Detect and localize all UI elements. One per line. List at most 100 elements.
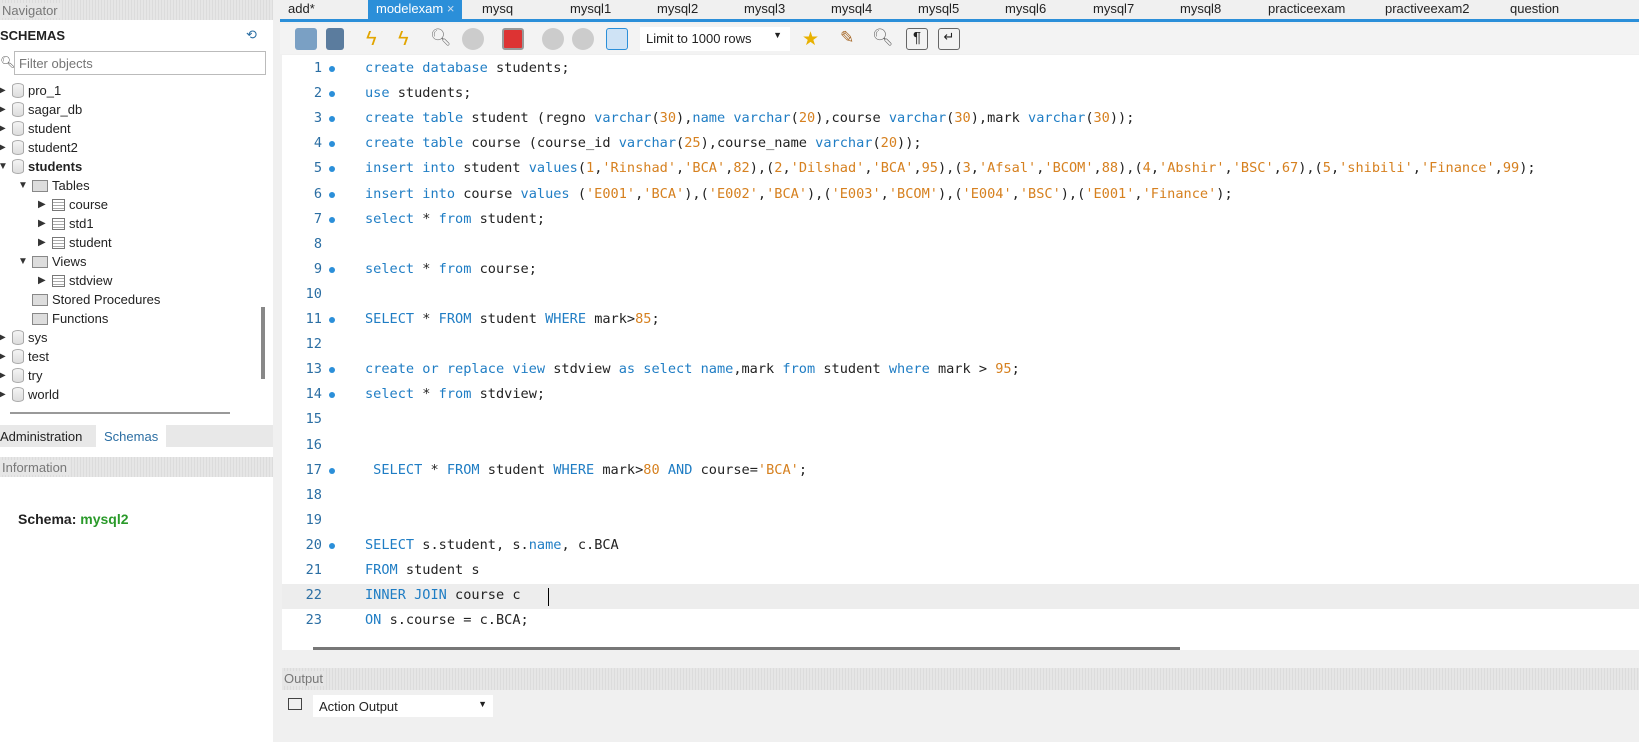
sql-literal: 99	[1502, 160, 1520, 177]
tab-mysql8[interactable]: mysql8	[1180, 0, 1221, 22]
line-number: 16	[305, 436, 322, 453]
tree-item-views[interactable]: ▼ Views	[18, 252, 86, 271]
find-icon[interactable]: 🔍︎	[872, 28, 894, 50]
explain-icon[interactable]: 🔍︎	[430, 28, 452, 50]
tree-item-label: sagar_db	[28, 102, 83, 117]
filter-objects-input[interactable]	[14, 51, 266, 75]
sql-keyword: varchar	[815, 135, 873, 152]
sql-literal: 25	[684, 135, 701, 152]
tree-item-student2[interactable]: ▶ student2	[0, 138, 78, 157]
collapsed-arrow-icon[interactable]: ▶	[0, 385, 8, 404]
sql-text: ,	[1412, 160, 1421, 177]
tab-administration[interactable]: Administration	[0, 429, 82, 444]
sql-literal: 'Finance'	[1420, 160, 1495, 177]
sql-text: ,mark	[733, 361, 783, 378]
expanded-arrow-icon[interactable]: ▼	[18, 252, 28, 271]
collapsed-arrow-icon[interactable]: ▶	[38, 195, 48, 214]
stop-icon[interactable]	[462, 28, 484, 50]
collapsed-arrow-icon[interactable]: ▶	[0, 366, 8, 385]
tree-vertical-scrollbar[interactable]	[261, 307, 265, 379]
tab-mysql3[interactable]: mysql3	[744, 0, 785, 22]
tree-item-student[interactable]: ▶ student	[0, 119, 71, 138]
table-icon	[52, 217, 65, 230]
tree-item-student[interactable]: ▶ student	[38, 233, 112, 252]
wrap-lines-icon[interactable]: ↵	[938, 28, 960, 50]
tab-mysql4[interactable]: mysql4	[831, 0, 872, 22]
code-line: ON s.course = c.BCA;	[365, 612, 529, 628]
editor-horizontal-scrollbar[interactable]	[313, 647, 1180, 650]
collapsed-arrow-icon[interactable]: ▶	[0, 328, 8, 347]
sql-literal: 'BCA'	[684, 160, 726, 177]
limit-rows-value: Limit to 1000 rows	[646, 31, 752, 46]
sql-text: (	[676, 135, 685, 152]
save-icon[interactable]	[326, 28, 344, 50]
collapsed-arrow-icon[interactable]: ▶	[38, 233, 48, 252]
tree-item-stdview[interactable]: ▶ stdview	[38, 271, 112, 290]
tree-item-std1[interactable]: ▶ std1	[38, 214, 94, 233]
sql-keyword: from	[438, 260, 480, 277]
sql-text: student	[487, 461, 554, 478]
tree-item-sagar_db[interactable]: ▶ sagar_db	[0, 100, 82, 119]
tree-item-label: Functions	[52, 311, 109, 326]
output-type-select[interactable]: Action Output ▼	[313, 695, 493, 717]
tab-practiveexam2[interactable]: practiveexam2	[1385, 0, 1470, 22]
tab-mysq[interactable]: mysq	[482, 0, 513, 22]
refresh-icon[interactable]: ⟲	[246, 27, 257, 43]
limit-rows-select[interactable]: Limit to 1000 rows ▼	[640, 27, 790, 51]
beautify-icon[interactable]: ✎	[840, 28, 862, 50]
tree-item-world[interactable]: ▶ world	[0, 385, 59, 404]
close-tab-icon[interactable]: ×	[443, 1, 455, 16]
expanded-arrow-icon[interactable]: ▼	[0, 157, 8, 176]
execute-icon[interactable]: ϟ	[366, 28, 388, 50]
rollback-icon[interactable]	[572, 28, 594, 50]
tab-add[interactable]: add*	[288, 0, 315, 22]
database-icon	[12, 83, 24, 98]
open-file-icon[interactable]	[295, 28, 317, 50]
execute-current-icon[interactable]: ϟ	[398, 28, 420, 50]
text-cursor	[548, 588, 549, 606]
collapsed-arrow-icon[interactable]: ▶	[0, 119, 8, 138]
tab-question[interactable]: question	[1510, 0, 1559, 22]
tree-item-pro_1[interactable]: ▶ pro_1	[0, 81, 61, 100]
sql-text: ,	[1494, 160, 1503, 177]
tree-item-tables[interactable]: ▼ Tables	[18, 176, 90, 195]
tree-horizontal-scrollbar[interactable]	[10, 412, 230, 414]
sql-text: );	[1519, 160, 1536, 177]
tab-schemas[interactable]: Schemas	[96, 425, 167, 447]
tree-item-students[interactable]: ▼ students	[0, 157, 82, 176]
tree-item-course[interactable]: ▶ course	[38, 195, 108, 214]
sql-text: student s	[405, 562, 480, 578]
tab-modelexam[interactable]: modelexam ×	[368, 0, 463, 22]
collapsed-arrow-icon[interactable]: ▶	[38, 271, 48, 290]
tab-mysql2[interactable]: mysql2	[657, 0, 698, 22]
toggle-error-icon[interactable]	[502, 28, 524, 50]
collapsed-arrow-icon[interactable]: ▶	[0, 347, 8, 366]
sql-text: ;	[651, 311, 660, 327]
autocommit-icon[interactable]	[606, 28, 628, 50]
collapsed-arrow-icon[interactable]: ▶	[0, 100, 8, 119]
commit-icon[interactable]	[542, 28, 564, 50]
line-number: 10	[305, 285, 322, 302]
database-icon	[12, 368, 24, 383]
collapsed-arrow-icon[interactable]: ▶	[0, 81, 8, 100]
sql-keyword: name varchar	[692, 110, 791, 127]
tab-label: mysq	[482, 1, 514, 16]
tree-item-try[interactable]: ▶ try	[0, 366, 42, 385]
tree-item-stored-procedures[interactable]: Stored Procedures	[18, 290, 160, 309]
tab-practiceexam[interactable]: practiceexam	[1268, 0, 1345, 22]
collapsed-arrow-icon[interactable]: ▶	[38, 214, 48, 233]
tree-item-test[interactable]: ▶ test	[0, 347, 49, 366]
copy-output-icon[interactable]	[288, 698, 302, 710]
expanded-arrow-icon[interactable]: ▼	[18, 176, 28, 195]
tree-item-sys[interactable]: ▶ sys	[0, 328, 48, 347]
collapsed-arrow-icon[interactable]: ▶	[0, 138, 8, 157]
tab-mysql7[interactable]: mysql7	[1093, 0, 1134, 22]
add-snippet-icon[interactable]: ★	[802, 28, 824, 50]
tab-mysql6[interactable]: mysql6	[1005, 0, 1046, 22]
tab-mysql5[interactable]: mysql5	[918, 0, 959, 22]
sql-editor[interactable]: 1 create database students; 2 use students;…	[282, 55, 1639, 650]
sql-keyword: where	[888, 361, 938, 378]
tree-item-functions[interactable]: Functions	[18, 309, 108, 328]
invisible-chars-icon[interactable]: ¶	[906, 28, 928, 50]
tab-mysql1[interactable]: mysql1	[570, 0, 611, 22]
